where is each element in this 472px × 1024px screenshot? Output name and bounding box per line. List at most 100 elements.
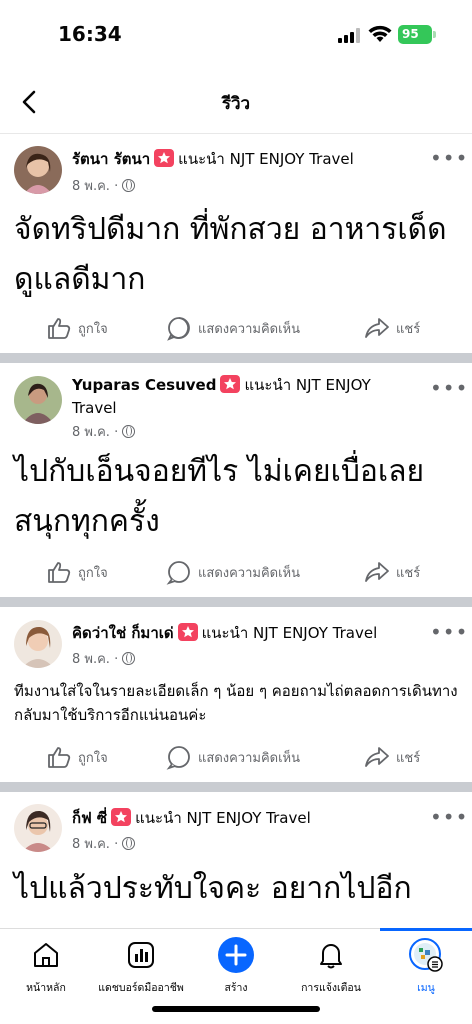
author-line: คิดว่าใช่ ก็มาเด่ แนะนำ NJT ENJOY Travel — [72, 622, 416, 645]
avatar[interactable] — [14, 376, 62, 424]
like-label: ถูกใจ — [78, 321, 108, 337]
comment-icon — [167, 317, 190, 341]
nav-dashboard-label: แดชบอร์ดมืออาชีพ — [98, 982, 184, 994]
review-post: คิดว่าใช่ ก็มาเด่ แนะนำ NJT ENJOY Travel … — [0, 607, 472, 782]
author-line: Yuparas Cesuved แนะนำ NJT ENJOY Travel — [72, 374, 416, 420]
share-icon — [365, 562, 389, 582]
post-meta: 8 พ.ค. · — [72, 648, 136, 669]
globe-icon — [122, 837, 136, 850]
comment-label: แสดงความคิดเห็น — [198, 565, 301, 581]
comment-label: แสดงความคิดเห็น — [198, 321, 301, 337]
share-button[interactable]: แชร์ — [364, 741, 420, 773]
share-icon — [365, 747, 389, 767]
plus-icon — [218, 937, 254, 973]
post-actions: ถูกใจ แสดงความคิดเห็น แชร์ — [0, 312, 472, 344]
author-name[interactable]: รัตนา รัตนา — [72, 150, 150, 168]
post-date[interactable]: 8 พ.ค. · — [72, 837, 118, 852]
review-post: Yuparas Cesuved แนะนำ NJT ENJOY Travel 8 … — [0, 363, 472, 597]
nav-menu[interactable]: เมนู — [380, 929, 472, 999]
share-button[interactable]: แชร์ — [364, 556, 420, 588]
recommend-star-icon — [177, 623, 198, 641]
page-header: รีวิว — [0, 70, 472, 134]
share-label: แชร์ — [396, 565, 421, 581]
page-title: รีวิว — [221, 94, 251, 114]
menu-profile-icon — [409, 938, 443, 972]
review-post: ก็ฟ ซี่ แนะนำ NJT ENJOY Travel 8 พ.ค. · •… — [0, 792, 472, 928]
comment-button[interactable]: แสดงความคิดเห็น — [166, 556, 300, 588]
post-divider — [0, 597, 472, 607]
recommend-star-icon — [220, 375, 241, 393]
status-bar: 16:34 95 — [0, 0, 472, 70]
more-options-button[interactable]: ••• — [430, 378, 467, 398]
globe-icon — [122, 425, 136, 438]
nav-create[interactable]: สร้าง — [190, 929, 282, 999]
nav-notifications[interactable]: การแจ้งเตือน — [285, 929, 377, 999]
battery-icon: 95 — [398, 25, 436, 44]
post-meta: 8 พ.ค. · — [72, 175, 136, 196]
wifi-icon — [368, 24, 392, 44]
post-actions: ถูกใจ แสดงความคิดเห็น แชร์ — [0, 556, 472, 588]
more-options-button[interactable]: ••• — [430, 622, 467, 642]
recommend-star-icon — [154, 149, 175, 167]
nav-home[interactable]: หน้าหลัก — [0, 929, 92, 999]
post-text: ทีมงานใส่ใจในรายละเอียดเล็ก ๆ น้อย ๆ คอย… — [14, 682, 458, 724]
post-text: จัดทริปดีมาก ที่พักสวย อาหารเด็ด ดูแลดีม… — [14, 212, 447, 297]
more-options-button[interactable]: ••• — [430, 148, 467, 168]
battery-level: 95 — [402, 27, 419, 41]
recommend-text[interactable]: แนะนำ NJT ENJOY Travel — [202, 624, 378, 642]
post-meta: 8 พ.ค. · — [72, 421, 136, 442]
like-label: ถูกใจ — [78, 565, 108, 581]
comment-icon — [166, 746, 190, 770]
globe-icon — [122, 179, 136, 192]
post-date[interactable]: 8 พ.ค. · — [72, 652, 118, 667]
post-date[interactable]: 8 พ.ค. · — [72, 425, 118, 440]
nav-home-label: หน้าหลัก — [26, 982, 66, 994]
nav-menu-label: เมนู — [417, 982, 435, 994]
thumbs-up-icon — [48, 562, 71, 583]
comment-button[interactable]: แสดงความคิดเห็น — [166, 312, 300, 344]
post-divider — [0, 782, 472, 792]
post-meta: 8 พ.ค. · — [72, 833, 136, 854]
nav-dashboard[interactable]: แดชบอร์ดมืออาชีพ — [95, 929, 187, 999]
thumbs-up-icon — [48, 747, 71, 768]
comment-label: แสดงความคิดเห็น — [198, 750, 301, 766]
author-line: รัตนา รัตนา แนะนำ NJT ENJOY Travel — [72, 148, 416, 171]
avatar[interactable] — [14, 146, 62, 194]
more-options-button[interactable]: ••• — [430, 807, 467, 827]
like-button[interactable]: ถูกใจ — [46, 741, 108, 773]
comment-icon — [166, 561, 190, 585]
bell-icon — [320, 944, 342, 969]
author-name[interactable]: ก็ฟ ซี่ — [72, 809, 107, 827]
post-text: ไปแล้วประทับใจคะ อยากไปอีก — [14, 871, 412, 906]
share-label: แชร์ — [396, 321, 421, 337]
avatar[interactable] — [14, 804, 62, 852]
thumbs-up-icon — [48, 318, 71, 339]
status-time: 16:34 — [58, 22, 122, 46]
nav-create-label: สร้าง — [224, 982, 248, 994]
globe-icon — [122, 652, 136, 665]
post-divider — [0, 353, 472, 363]
home-icon — [34, 943, 58, 967]
review-post: รัตนา รัตนา แนะนำ NJT ENJOY Travel 8 พ.ค.… — [0, 135, 472, 353]
home-indicator — [152, 1006, 320, 1012]
dashboard-icon — [128, 942, 154, 968]
share-icon — [365, 318, 389, 338]
signal-icon — [338, 27, 362, 43]
like-button[interactable]: ถูกใจ — [46, 556, 108, 588]
nav-notifications-label: การแจ้งเตือน — [301, 982, 361, 994]
author-name[interactable]: Yuparas Cesuved — [72, 376, 216, 394]
avatar[interactable] — [14, 620, 62, 668]
post-date[interactable]: 8 พ.ค. · — [72, 179, 118, 194]
author-line: ก็ฟ ซี่ แนะนำ NJT ENJOY Travel — [72, 807, 416, 830]
share-button[interactable]: แชร์ — [364, 312, 420, 344]
share-label: แชร์ — [396, 750, 421, 766]
comment-button[interactable]: แสดงความคิดเห็น — [166, 741, 300, 773]
like-button[interactable]: ถูกใจ — [46, 312, 108, 344]
post-text: ไปกับเอ็นจอยทีไร ไม่เคยเบื่อเลย สนุกทุกค… — [14, 454, 425, 539]
like-label: ถูกใจ — [78, 750, 108, 766]
recommend-star-icon — [111, 808, 132, 826]
recommend-text[interactable]: แนะนำ NJT ENJOY Travel — [135, 809, 311, 827]
post-actions: ถูกใจ แสดงความคิดเห็น แชร์ — [0, 741, 472, 773]
author-name[interactable]: คิดว่าใช่ ก็มาเด่ — [72, 624, 174, 642]
recommend-text[interactable]: แนะนำ NJT ENJOY Travel — [178, 150, 354, 168]
